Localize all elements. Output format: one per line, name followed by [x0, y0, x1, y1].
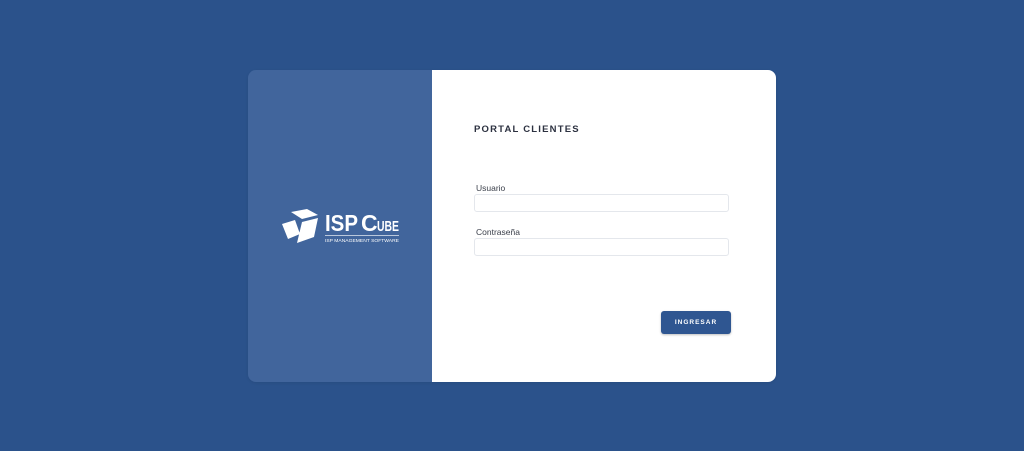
username-label: Usuario: [476, 183, 506, 193]
login-button[interactable]: INGRESAR: [661, 311, 731, 334]
password-input[interactable]: [474, 238, 729, 256]
password-label: Contraseña: [476, 227, 520, 237]
username-input[interactable]: [474, 194, 729, 212]
logo-name: ISP: [325, 210, 358, 236]
logo-cube-letter: C: [361, 210, 378, 236]
page-title: PORTAL CLIENTES: [474, 124, 580, 135]
cube-logo-icon: [282, 209, 318, 243]
login-form: PORTAL CLIENTES Usuario Contraseña INGRE…: [432, 70, 776, 382]
logo-tagline: ISP MANAGEMENT SOFTWARE: [325, 238, 399, 243]
ispcube-logo: ISP C UBE ISP MANAGEMENT SOFTWARE: [282, 209, 399, 243]
brand-panel: ISP C UBE ISP MANAGEMENT SOFTWARE: [248, 70, 432, 382]
logo-suffix: UBE: [377, 218, 399, 235]
login-card: ISP C UBE ISP MANAGEMENT SOFTWARE PORTAL…: [248, 70, 776, 382]
